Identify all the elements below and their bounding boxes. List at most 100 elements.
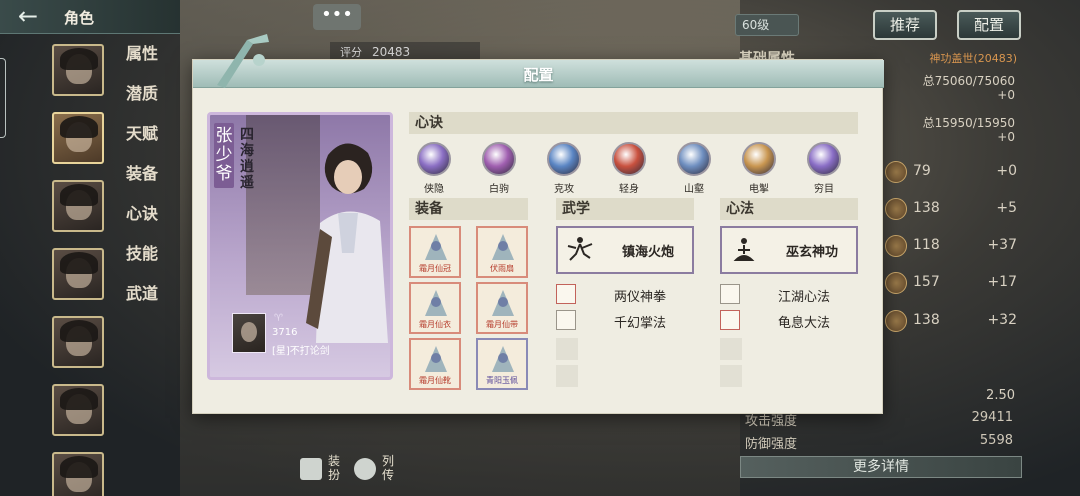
biography-icon — [354, 458, 376, 480]
character-avatar[interactable] — [52, 248, 104, 300]
back-arrow-icon[interactable]: ← — [8, 4, 48, 30]
sidebar-item-skills[interactable]: 技能 — [126, 242, 158, 282]
score-value: 20483 — [372, 45, 411, 59]
sidebar-item-wudao[interactable]: 武道 — [126, 282, 158, 322]
config-button[interactable]: 配置 — [957, 10, 1021, 40]
empty-skill-slot[interactable] — [556, 338, 578, 360]
equipment-item-icon — [492, 234, 514, 260]
martial-figure-icon — [567, 237, 593, 261]
equipment-name: 伏雨扇 — [490, 264, 514, 273]
attribute-icon — [885, 198, 907, 220]
stat-label: 防御强度 — [745, 437, 798, 452]
character-avatar[interactable] — [52, 44, 104, 96]
biography-button[interactable]: 列传 — [354, 448, 408, 488]
xinjue-orb[interactable]: 克攻 — [539, 142, 589, 195]
xinfa-skill[interactable]: 江湖心法 — [720, 284, 858, 306]
owner-avatar — [232, 313, 266, 353]
empty-skill-slot[interactable] — [556, 365, 578, 387]
xinjue-orb[interactable]: 白驹 — [474, 142, 524, 195]
equipment-item-icon — [425, 290, 447, 316]
xinjue-orb-icon — [417, 142, 451, 176]
attribute-icon — [885, 272, 907, 294]
attribute-icon — [885, 235, 907, 257]
sidebar-item-attributes[interactable]: 属性 — [126, 42, 158, 82]
xinjue-orb[interactable]: 侠隐 — [409, 142, 459, 195]
modal-title: 配置 — [523, 66, 554, 84]
dress-label: 装扮 — [328, 454, 341, 482]
equipment-name: 霜月仙靴 — [419, 376, 451, 385]
equipment-slot[interactable]: 霜月仙带 — [476, 282, 528, 334]
sidebar-menu: 属性 潜质 天赋 装备 心诀 技能 武道 — [126, 42, 158, 322]
equipment-slot[interactable]: 霜月仙衣 — [409, 282, 461, 334]
xinjue-orb-icon — [612, 142, 646, 176]
chat-button[interactable]: ••• — [313, 4, 361, 30]
leaf-ornament-icon — [217, 34, 269, 88]
recommend-button[interactable]: 推荐 — [873, 10, 937, 40]
xinfa-main-name: 巫玄神功 — [785, 245, 838, 260]
xinjue-orb[interactable]: 穷目 — [799, 142, 849, 195]
sidebar-item-xinjue[interactable]: 心诀 — [126, 202, 158, 242]
wuxue-main-skill[interactable]: 镇海火炮 — [556, 226, 694, 274]
xinfa-skill-name: 江湖心法 — [777, 290, 830, 305]
xinjue-label: 克攻 — [554, 184, 574, 195]
equipment-name: 霜月仙带 — [486, 320, 518, 329]
meditation-figure-icon — [733, 238, 755, 261]
attribute-icon — [885, 310, 907, 332]
empty-skill-slot[interactable] — [720, 338, 742, 360]
attribute-delta: +5 — [996, 200, 1017, 216]
character-avatar[interactable] — [52, 452, 104, 496]
character-avatar-selected[interactable] — [52, 112, 104, 164]
xinjue-orb[interactable]: 轻身 — [604, 142, 654, 195]
character-avatar[interactable] — [52, 316, 104, 368]
sidebar-item-talent[interactable]: 天赋 — [126, 122, 158, 162]
score-label: 评分 — [340, 46, 362, 59]
wuxue-main-name: 镇海火炮 — [621, 245, 674, 260]
owner-power: 3716 — [272, 327, 298, 338]
hp-total: 总75060/75060 — [922, 74, 1015, 88]
equipment-slot[interactable]: 伏雨扇 — [476, 226, 528, 278]
dress-button[interactable]: 装扮 — [300, 448, 354, 488]
xinjue-label: 侠隐 — [424, 184, 444, 195]
character-avatar[interactable] — [52, 180, 104, 232]
xinjue-label: 白驹 — [489, 184, 509, 195]
xinjue-orb[interactable]: 山壑 — [669, 142, 719, 195]
xinfa-skill[interactable]: 龟息大法 — [720, 310, 858, 332]
wuxue-skill[interactable]: 两仪神拳 — [556, 284, 694, 306]
meditation-skill-icon — [720, 284, 740, 304]
mp-delta: +0 — [997, 130, 1015, 144]
xinfa-main-skill[interactable]: 巫玄神功 — [720, 226, 858, 274]
equipment-name: 霜月仙衣 — [419, 320, 451, 329]
xinjue-orb-icon — [742, 142, 776, 176]
character-portrait — [306, 143, 388, 343]
sidebar-item-equipment[interactable]: 装备 — [126, 162, 158, 202]
stat-extra-value: 2.50 — [986, 388, 1015, 403]
attribute-value: 138 — [913, 312, 940, 328]
character-avatar[interactable] — [52, 384, 104, 436]
wuxue-skill[interactable]: 千幻掌法 — [556, 310, 694, 332]
palm-skill-icon — [556, 310, 576, 330]
character-card[interactable]: 张少爷 四海逍遥 ♈ 3716 [星]不打论剑 — [207, 112, 393, 380]
empty-skill-slot[interactable] — [720, 365, 742, 387]
wuxue-skill-name: 两仪神拳 — [613, 290, 666, 305]
page-title: 角色 — [64, 9, 95, 27]
attribute-row: 157 +17 — [885, 271, 1025, 297]
equipment-slot[interactable]: 霜月仙靴 — [409, 338, 461, 390]
xinjue-orb-icon — [547, 142, 581, 176]
equipment-slot[interactable]: 霜月仙冠 — [409, 226, 461, 278]
top-bar: ← 角色 — [0, 0, 180, 34]
power-icon: ♈ — [274, 313, 283, 324]
equipment-slot[interactable]: 青阳玉佩 — [476, 338, 528, 390]
attribute-value: 118 — [913, 237, 940, 253]
biography-label: 列传 — [382, 454, 395, 482]
attribute-value: 79 — [913, 163, 931, 179]
left-edge-tab[interactable] — [0, 58, 6, 138]
character-list — [52, 44, 106, 496]
xinjue-orb[interactable]: 电掣 — [734, 142, 784, 195]
more-details-button[interactable]: 更多详情 — [740, 456, 1022, 478]
sidebar-item-potential[interactable]: 潜质 — [126, 82, 158, 122]
attribute-delta: +0 — [996, 163, 1017, 179]
stat-row: 防御强度 5598 — [745, 433, 1023, 452]
equipment-name: 霜月仙冠 — [419, 264, 451, 273]
xinjue-orb-icon — [482, 142, 516, 176]
xinjue-header: 心诀 — [409, 112, 858, 134]
